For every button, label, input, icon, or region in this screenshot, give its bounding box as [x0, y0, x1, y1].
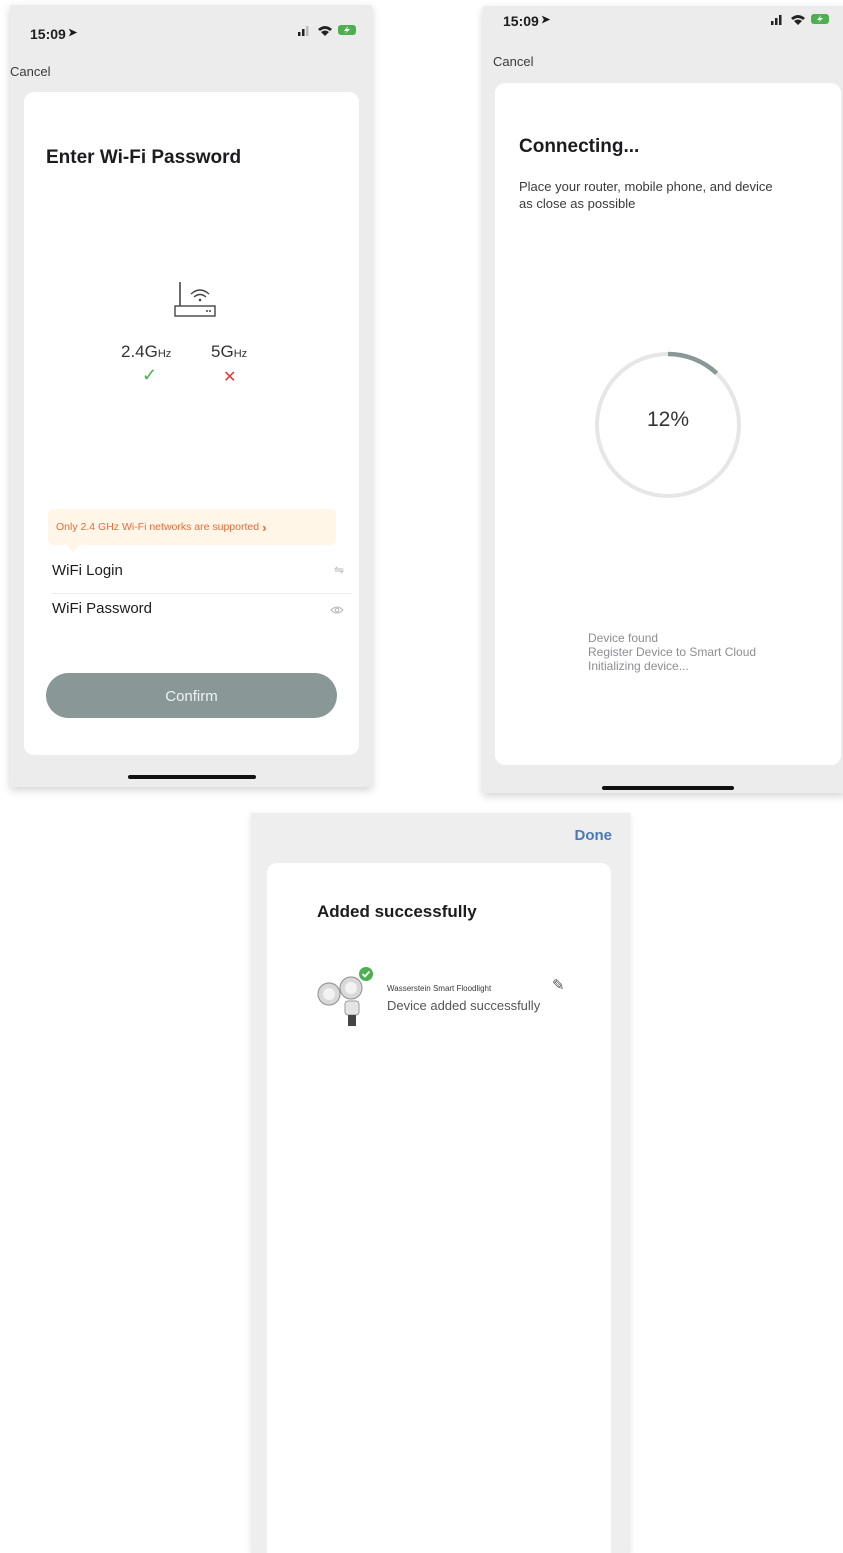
connection-steps: Device found Register Device to Smart Cl… — [588, 631, 756, 673]
check-icon: ✓ — [142, 365, 158, 385]
band-5ghz-label: 5GHz — [211, 342, 248, 361]
step-item: Register Device to Smart Cloud — [588, 645, 757, 659]
wifi-password-field[interactable]: WiFi Password — [52, 591, 344, 629]
band-support-notice[interactable]: Only 2.4 GHz Wi-Fi networks are supporte… — [48, 509, 336, 552]
confirm-button[interactable]: Confirm — [46, 673, 337, 718]
connecting-card: Connecting... Place your router, mobile … — [495, 83, 841, 765]
edit-pencil-icon[interactable]: ✎ — [552, 976, 565, 994]
chevron-right-icon: › — [262, 519, 267, 535]
cellular-signal-icon — [298, 25, 356, 36]
home-indicator — [602, 786, 734, 790]
location-arrow-icon: ➤ — [68, 27, 78, 39]
page-title: Enter Wi-Fi Password — [46, 147, 242, 168]
wifi-login-label: WiFi Login — [52, 562, 123, 579]
router-icon — [174, 282, 216, 317]
notice-text: Only 2.4 GHz Wi-Fi networks are supporte… — [56, 521, 260, 533]
location-arrow-icon: ➤ — [541, 14, 551, 26]
wifi-card: Enter Wi-Fi Password 2.4GHz 5GHz ✓ ✕ Onl… — [24, 92, 359, 755]
page-subtitle: Place your router, mobile phone, and dev… — [519, 179, 773, 211]
page-title: Added successfully — [317, 902, 477, 921]
wifi-login-field[interactable]: WiFi Login ⇋ — [52, 553, 344, 591]
cancel-button[interactable]: Cancel — [493, 54, 533, 69]
status-bar: 15:09 ➤ — [483, 6, 843, 46]
status-time: 15:09 — [30, 26, 66, 42]
cross-icon: ✕ — [223, 369, 237, 386]
home-indicator — [128, 775, 256, 779]
cellular-signal-icon — [771, 14, 829, 25]
progress-percent: 12% — [646, 408, 690, 431]
band-2-4ghz-label: 2.4GHz — [121, 342, 172, 361]
device-name: Wasserstein Smart Floodlight — [387, 984, 492, 993]
system-icons — [771, 12, 831, 31]
added-success-screen: Done Added successfully Wasserstein Smar… — [251, 813, 630, 1553]
connecting-screen: 15:09 ➤ Cancel Connecting... Place your … — [483, 6, 843, 793]
step-item: Initializing device... — [588, 659, 689, 673]
system-icons — [298, 23, 358, 42]
status-bar: 15:09 ➤ — [10, 5, 372, 45]
eye-icon[interactable] — [330, 605, 344, 615]
success-badge-icon — [359, 967, 373, 981]
wifi-password-screen: 15:09 ➤ Cancel Enter Wi-Fi Password 2.4G… — [10, 5, 372, 787]
step-item: Device found — [588, 631, 659, 645]
device-status: Device added successfully — [387, 998, 541, 1013]
wifi-password-label: WiFi Password — [52, 600, 153, 617]
page-title: Connecting... — [519, 136, 640, 157]
success-card: Added successfully Wasserstein Smart Flo… — [267, 863, 611, 1553]
done-button[interactable]: Done — [575, 827, 613, 844]
cancel-button[interactable]: Cancel — [10, 64, 50, 79]
swap-arrows-icon[interactable]: ⇋ — [334, 563, 344, 577]
floodlight-device-image — [317, 967, 373, 1026]
status-time: 15:09 — [503, 13, 539, 29]
